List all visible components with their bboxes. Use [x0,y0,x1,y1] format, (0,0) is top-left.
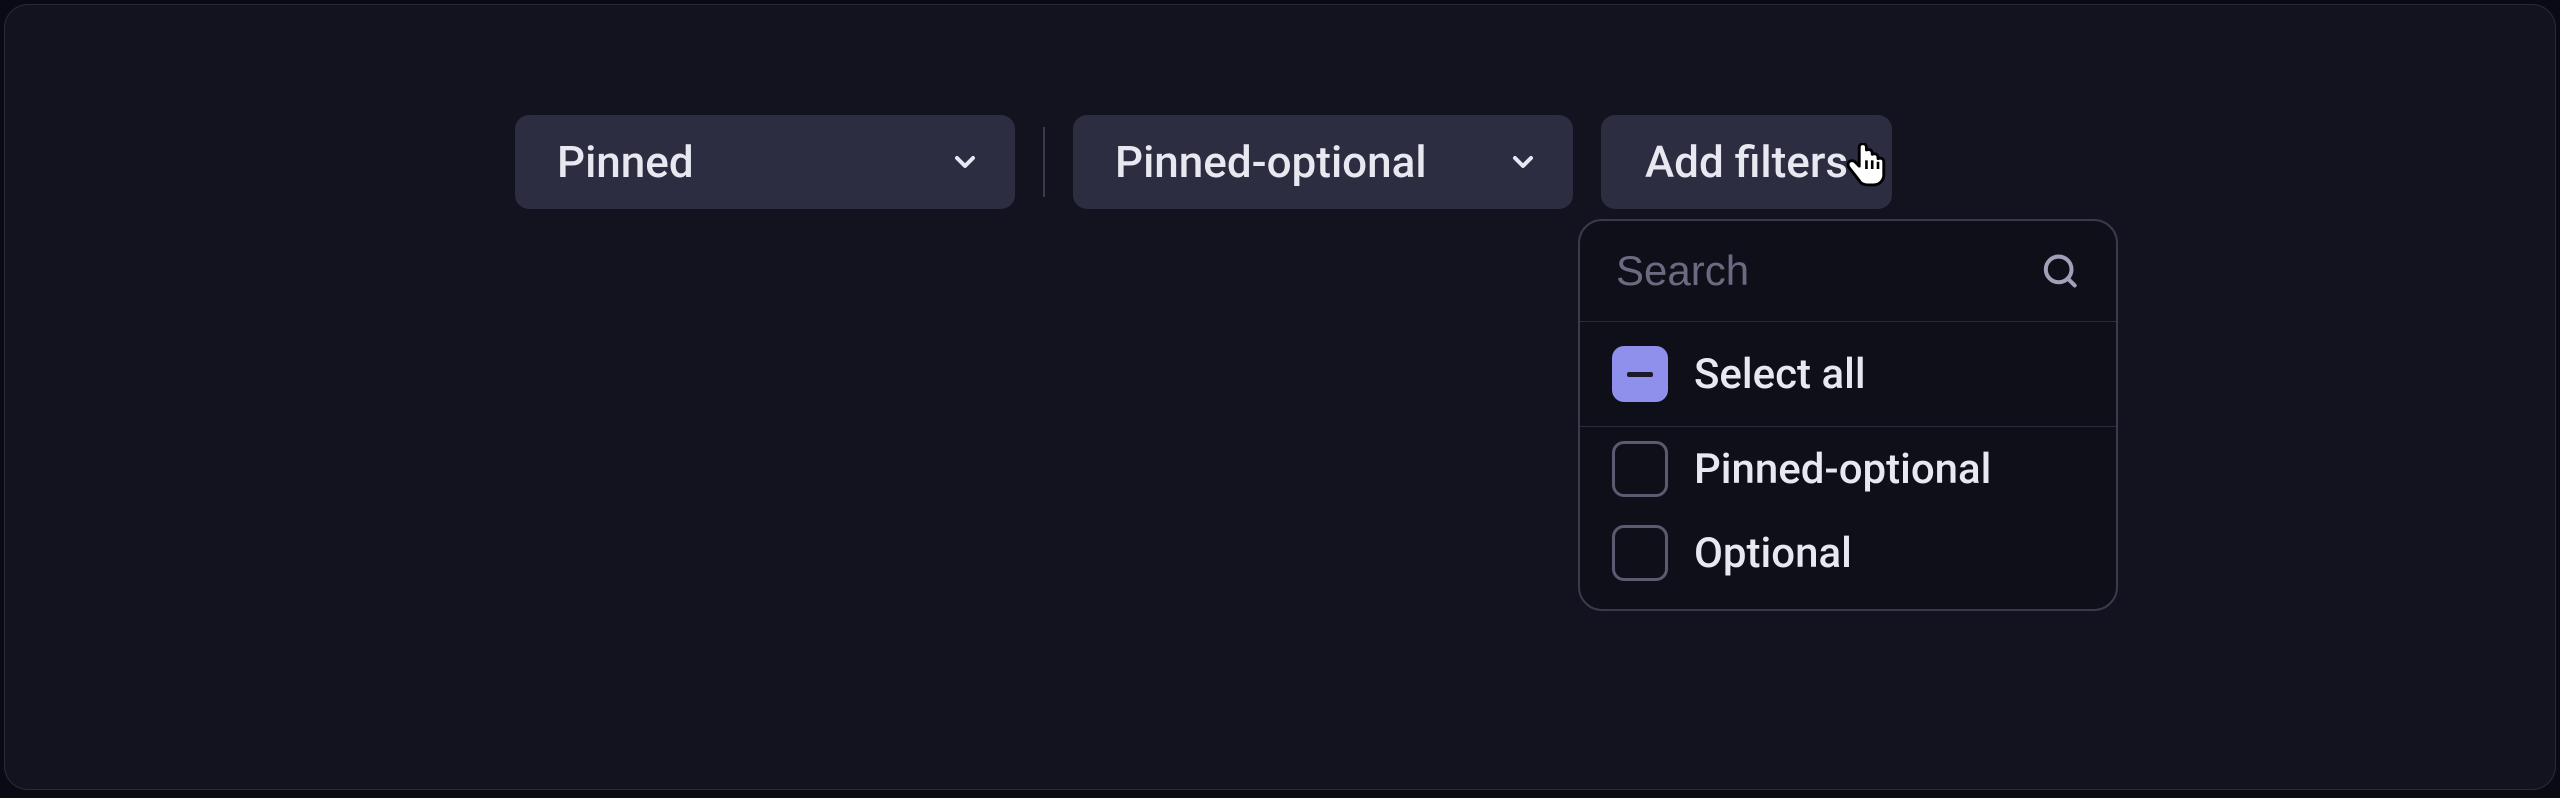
filter-option-row[interactable]: Pinned-optional [1580,427,2116,511]
indeterminate-dash-icon [1627,372,1653,377]
search-icon [2041,250,2080,292]
filter-panel: Pinned Pinned-optional Add filters [4,4,2556,790]
select-all-label: Select all [1694,350,1866,399]
filter-option-label: Optional [1694,529,1852,578]
search-row [1580,221,2116,322]
search-input[interactable] [1616,247,2041,295]
add-filters-button[interactable]: Add filters [1601,115,1892,209]
pinned-dropdown[interactable]: Pinned [515,115,1015,209]
pinned-optional-dropdown-label: Pinned-optional [1115,136,1427,188]
select-all-checkbox-indeterminate[interactable] [1612,346,1668,402]
filter-toolbar: Pinned Pinned-optional Add filters [515,115,1892,209]
add-filters-label: Add filters [1645,136,1848,188]
pinned-optional-dropdown[interactable]: Pinned-optional [1073,115,1573,209]
chevron-down-icon [949,146,981,178]
pinned-dropdown-label: Pinned [557,136,694,188]
select-all-row[interactable]: Select all [1580,322,2116,427]
add-filters-popover: Select all Pinned-optional Optional [1578,219,2118,611]
checkbox-unchecked[interactable] [1612,441,1668,497]
filter-option-label: Pinned-optional [1694,445,1991,494]
toolbar-divider [1043,127,1045,197]
chevron-down-icon [1507,146,1539,178]
checkbox-unchecked[interactable] [1612,525,1668,581]
filter-option-row[interactable]: Optional [1580,511,2116,609]
